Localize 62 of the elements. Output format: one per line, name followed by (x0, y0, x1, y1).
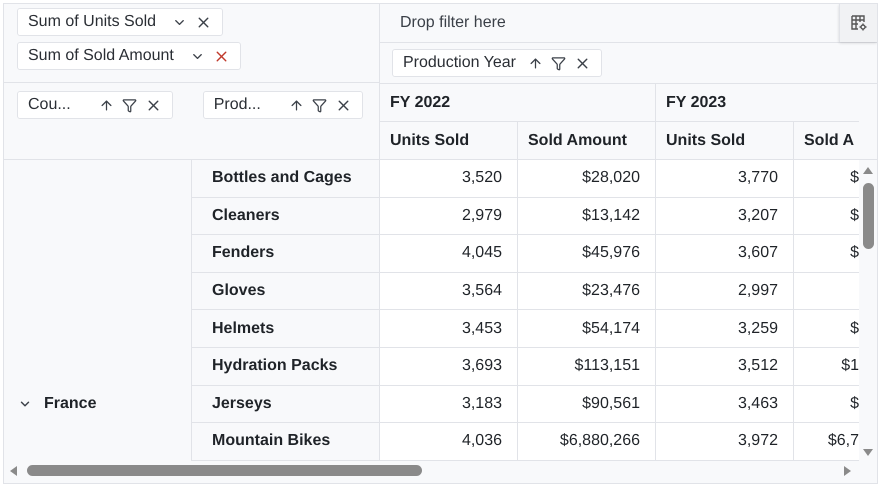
field-settings-button[interactable] (839, 4, 877, 42)
column-header: Units Sold (380, 122, 518, 159)
table-cell: $23,476 (518, 272, 656, 310)
row-field-chip[interactable]: Prod... (202, 91, 363, 119)
scroll-right-icon[interactable] (844, 466, 851, 476)
table-cell: 4,045 (380, 235, 518, 272)
scrollbar-thumb[interactable] (27, 465, 422, 476)
table-cell: 3,607 (656, 235, 794, 272)
row-header: Hydration Packs (192, 348, 379, 386)
row-header: Gloves (192, 272, 379, 310)
table-cell: 3,693 (380, 348, 518, 385)
column-field-chip[interactable]: Production Year (392, 49, 602, 77)
column-header: FY 2022 (380, 84, 656, 121)
row-header: Cleaners (192, 198, 379, 236)
table-cell: 3,453 (380, 310, 518, 347)
table-cell: 2,997 (656, 272, 794, 310)
column-header: FY 2023 (656, 84, 859, 121)
table-cell: 3,259 (656, 310, 794, 347)
table-cell: $90,561 (518, 386, 656, 422)
table-cell: $13,142 (518, 198, 656, 234)
table-cell: 3,183 (380, 386, 518, 422)
row-field-chip[interactable]: Cou... (17, 91, 173, 119)
value-field-chip[interactable]: Sum of Units Sold (17, 8, 224, 36)
table-cell-text: $ (849, 394, 859, 414)
table-cell-text: $ (849, 318, 859, 339)
table-cell-text: $ (849, 168, 859, 188)
scroll-down-icon[interactable] (863, 449, 873, 456)
filter-icon[interactable] (550, 56, 566, 70)
row-header: Fenders (192, 235, 379, 273)
table-cell: $28,020 (518, 160, 656, 197)
table-cell: 3,520 (380, 160, 518, 197)
table-cell-text: $1 (840, 356, 859, 376)
filter-icon[interactable] (122, 98, 137, 112)
table-cell: 3,972 (656, 423, 794, 460)
row-header: Helmets (192, 310, 379, 348)
table-cell: 3,463 (656, 386, 794, 422)
table-cell: $6,880,266 (518, 423, 656, 460)
scroll-up-icon[interactable] (863, 167, 873, 174)
table-settings-icon (850, 14, 868, 32)
filter-drop-area: Drop filter here (380, 14, 839, 32)
table-cell-text: $ (849, 243, 859, 264)
scroll-left-icon[interactable] (10, 466, 17, 476)
table-cell: 3,564 (380, 272, 518, 310)
column-header: Units Sold (656, 122, 794, 159)
table-cell-text: $ (849, 206, 859, 226)
column-header: Sold A (794, 122, 859, 159)
row-header: Bottles and Cages (192, 160, 379, 198)
row-header: Jerseys (192, 386, 379, 424)
table-cell: 2,979 (380, 198, 518, 234)
table-cell: $113,151 (518, 348, 656, 385)
table-cell: $45,976 (518, 235, 656, 272)
table-cell-text: $6,7 (826, 431, 859, 452)
table-cell: 3,207 (656, 198, 794, 234)
table-cell: 4,036 (380, 423, 518, 460)
row-group-header: France (44, 394, 96, 412)
column-header: Sold Amount (518, 122, 656, 159)
scrollbar-thumb[interactable] (863, 183, 874, 249)
filter-icon[interactable] (312, 98, 327, 112)
value-field-chip[interactable]: Sum of Sold Amount (17, 42, 241, 70)
table-cell: 3,512 (656, 348, 794, 385)
table-cell: $54,174 (518, 310, 656, 347)
table-cell: 3,770 (656, 160, 794, 197)
